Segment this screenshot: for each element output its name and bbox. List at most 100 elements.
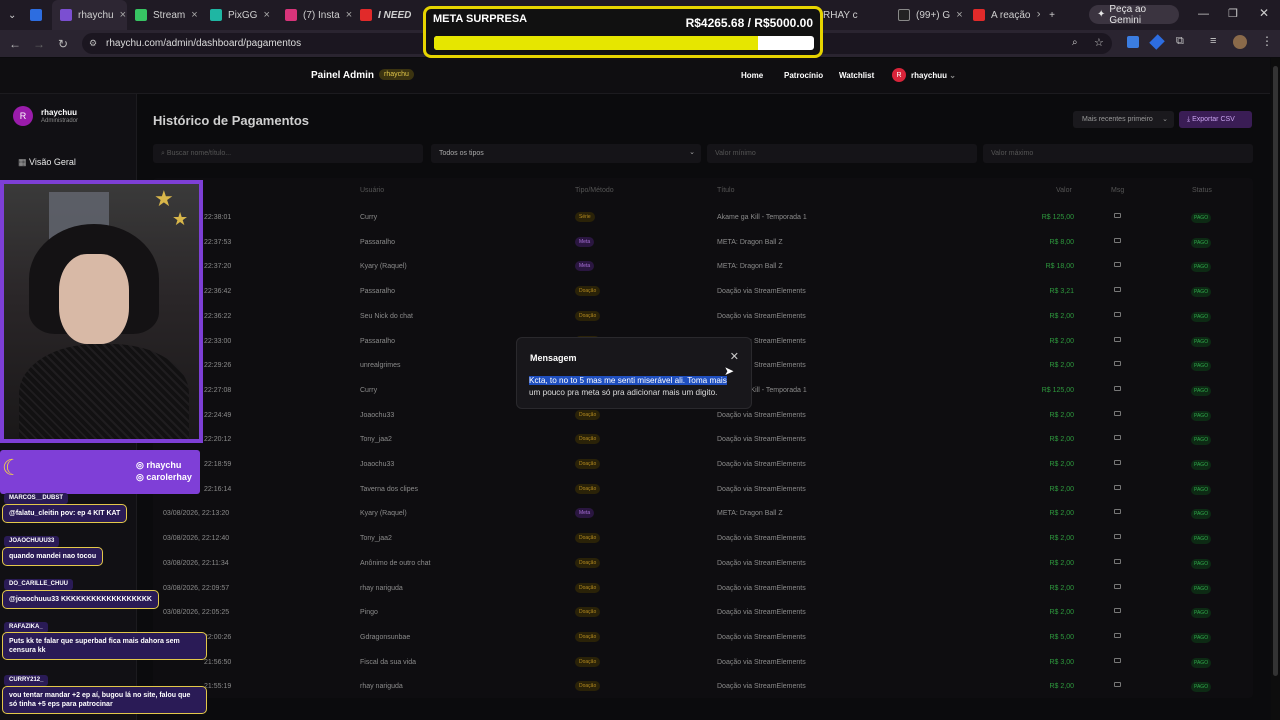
browser-tab[interactable]: I NEED — [352, 0, 427, 30]
nav-patrocinio[interactable]: Patrocínio — [784, 71, 823, 80]
zoom-icon[interactable]: ⌕ — [1072, 37, 1078, 48]
maximize-icon[interactable]: ❐ — [1228, 7, 1238, 20]
table-row[interactable]: 22:38:01 Curry Série Akame ga Kill - Tempor… — [153, 205, 1253, 230]
row-user: unrealgrimes — [360, 362, 401, 370]
puzzle-icon[interactable]: ⧉ — [1176, 35, 1184, 48]
tab-list-button[interactable]: ⌄ — [0, 0, 22, 30]
nav-home[interactable]: Home — [741, 71, 763, 80]
type-badge: Doação — [575, 409, 601, 420]
min-value-input[interactable]: Valor mínimo — [707, 144, 977, 163]
message-icon[interactable] — [1114, 237, 1121, 243]
message-icon[interactable] — [1114, 608, 1121, 614]
table-row[interactable]: 22:18:59 Joaochu33 Doação Doação via Stream… — [153, 452, 1253, 477]
bookmark-star-icon[interactable]: ☆ — [1094, 36, 1104, 49]
browser-tab[interactable]: (7) Insta × — [277, 0, 352, 30]
close-icon[interactable]: × — [263, 9, 269, 21]
message-icon[interactable] — [1114, 534, 1121, 540]
message-icon[interactable] — [1114, 385, 1121, 391]
download-icon[interactable] — [1127, 36, 1139, 48]
browser-tab[interactable]: (99+) G × — [890, 0, 965, 30]
forward-icon[interactable]: → — [27, 37, 51, 51]
col-header-status[interactable]: Status — [1192, 187, 1212, 194]
new-tab-button[interactable]: + — [1040, 0, 1064, 30]
extension-icon[interactable] — [1149, 34, 1165, 50]
profile-avatar[interactable] — [1233, 35, 1247, 49]
browser-tab[interactable]: rhaychu × — [52, 0, 127, 30]
table-row[interactable]: 03/08/2026, 22:12:40 Tony_jaa2 Doação Doaçã… — [153, 526, 1253, 551]
max-value-input[interactable]: Valor máximo — [983, 144, 1253, 163]
sort-select[interactable]: Mais recentes primeiro ⌄ — [1073, 111, 1174, 128]
reload-icon[interactable]: ↻ — [51, 37, 75, 51]
col-header-titulo[interactable]: Título — [717, 187, 735, 194]
col-header-usuario[interactable]: Usuário — [360, 187, 384, 194]
media-controls-icon[interactable]: ≡ — [1210, 35, 1216, 47]
nav-watchlist[interactable]: Watchlist — [839, 71, 874, 80]
table-row[interactable]: 21:55:19 rhay nariguda Doação Doação via St… — [153, 674, 1253, 699]
table-row[interactable]: 03/08/2026, 22:09:57 rhay nariguda Doação D… — [153, 576, 1253, 601]
message-icon[interactable] — [1114, 287, 1121, 293]
message-icon[interactable] — [1114, 213, 1121, 218]
table-row[interactable]: 22:20:12 Tony_jaa2 Doação Doação via Stream… — [153, 427, 1253, 452]
page-scrollbar[interactable] — [1271, 58, 1280, 720]
row-user: Fiscal da sua vida — [360, 658, 417, 666]
gemini-button[interactable]: ✦ Peça ao Gemini — [1089, 4, 1179, 26]
message-icon[interactable] — [1114, 682, 1121, 688]
close-icon[interactable]: × — [120, 9, 126, 21]
table-row[interactable]: 22:37:53 Passaralho Meta META: Dragon Ball … — [153, 230, 1253, 255]
col-header-tipo[interactable]: Tipo/Método — [575, 187, 614, 194]
col-header-msg[interactable]: Msg — [1111, 187, 1124, 194]
message-icon[interactable] — [1114, 311, 1121, 317]
table-row[interactable]: 22:16:14 Taverna dos clipes Doação Doação v… — [153, 477, 1253, 502]
type-badge: Doação — [575, 582, 601, 593]
message-icon[interactable] — [1114, 361, 1121, 367]
user-avatar[interactable]: R — [892, 68, 906, 82]
message-icon[interactable] — [1114, 509, 1121, 515]
message-icon[interactable] — [1114, 460, 1121, 465]
scrollbar-thumb[interactable] — [1273, 66, 1278, 676]
row-user: Joaochu33 — [360, 411, 395, 419]
browser-tab[interactable]: Stream × — [127, 0, 202, 30]
table-row[interactable]: 03/08/2026, 22:11:34 Anônimo de outro cha… — [153, 551, 1253, 576]
pinned-tab[interactable] — [22, 0, 52, 30]
table-row[interactable]: 03/08/2026, 22:13:20 Kyary (Raquel) Meta ME… — [153, 501, 1253, 526]
sidebar-item-visao-geral[interactable]: ▦ Visão Geral — [18, 157, 76, 168]
table-row[interactable]: 22:00:26 Gdragonsunbae Doação Doação via St… — [153, 625, 1253, 650]
type-badge: Doação — [575, 681, 601, 692]
table-row[interactable]: 22:36:42 Passaralho Doação Doação via Strea… — [153, 279, 1253, 304]
browser-tab[interactable]: PixGG × — [202, 0, 277, 30]
message-icon[interactable] — [1114, 262, 1121, 268]
row-title: Doação via StreamElements — [717, 461, 806, 468]
row-value: R$ 125,00 — [1041, 214, 1074, 221]
table-row[interactable]: 22:37:20 Kyary (Raquel) Meta META: Dragon B… — [153, 254, 1253, 279]
message-icon[interactable] — [1114, 558, 1121, 564]
close-window-icon[interactable]: ✕ — [1259, 6, 1269, 20]
table-row[interactable]: 03/08/2026, 22:05:25 Pingo Doação Doação vi… — [153, 600, 1253, 625]
table-row[interactable]: 21:56:50 Fiscal da sua vida Doação Doação v… — [153, 650, 1253, 675]
close-icon[interactable]: × — [191, 9, 197, 21]
search-input[interactable]: ⌕ Buscar nome/título... — [153, 144, 423, 163]
message-icon[interactable] — [1114, 435, 1121, 441]
row-user: Curry — [360, 214, 378, 221]
sparkle-icon: ✦ — [1097, 9, 1106, 20]
back-icon[interactable]: ← — [3, 37, 27, 51]
export-csv-button[interactable]: ⤓ Exportar CSV — [1179, 111, 1252, 128]
browser-tab[interactable]: RHAY c — [815, 0, 890, 30]
message-icon[interactable] — [1114, 583, 1121, 589]
browser-tab[interactable]: A reação × — [965, 0, 1040, 30]
message-icon[interactable] — [1114, 632, 1121, 638]
message-icon[interactable] — [1114, 410, 1121, 416]
table-row[interactable]: 22:36:22 Seu Nick do chat Doação Doação via… — [153, 304, 1253, 329]
minimize-icon[interactable]: — — [1198, 8, 1209, 20]
site-info-icon[interactable]: ⚙ — [89, 38, 97, 49]
message-icon[interactable] — [1114, 484, 1121, 490]
close-icon[interactable]: ✕ — [730, 350, 739, 363]
more-menu-icon[interactable]: ⋮ — [1261, 34, 1273, 48]
message-icon[interactable] — [1114, 657, 1121, 663]
close-icon[interactable]: × — [956, 9, 962, 21]
message-icon[interactable] — [1114, 336, 1121, 342]
col-header-valor[interactable]: Valor — [1056, 187, 1072, 194]
plus-icon: + — [1049, 9, 1055, 21]
instagram-icon: ◎ — [136, 472, 144, 482]
type-select[interactable]: Todos os tipos ⌄ — [431, 144, 701, 163]
user-menu[interactable]: rhaychuu ⌄ — [911, 71, 956, 80]
